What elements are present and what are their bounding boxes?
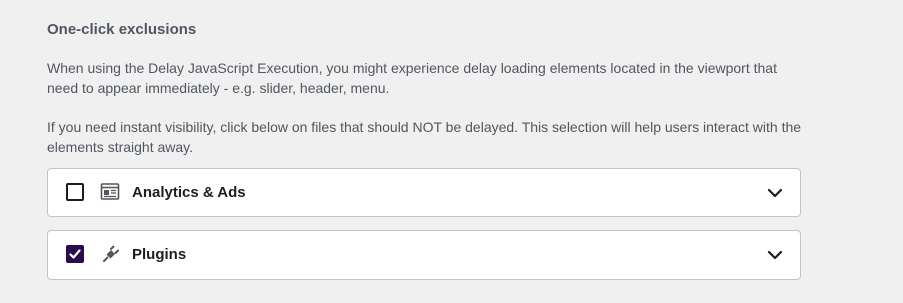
plugins-checkbox[interactable] bbox=[66, 245, 84, 263]
analytics-ads-label: Analytics & Ads bbox=[132, 183, 246, 201]
section-title: One-click exclusions bbox=[47, 21, 197, 38]
plugin-icon bbox=[100, 244, 120, 264]
chevron-down-icon[interactable] bbox=[766, 246, 784, 264]
analytics-ads-accordion[interactable]: Analytics & Ads bbox=[47, 168, 801, 217]
checkmark-icon bbox=[69, 249, 81, 259]
plugins-accordion[interactable]: Plugins bbox=[47, 230, 801, 280]
section-description-2: If you need instant visibility, click be… bbox=[47, 119, 802, 155]
analytics-ads-icon bbox=[100, 182, 120, 202]
section-description-1: When using the Delay JavaScript Executio… bbox=[47, 60, 777, 96]
chevron-down-icon[interactable] bbox=[766, 184, 784, 202]
plugins-label: Plugins bbox=[132, 246, 187, 263]
analytics-ads-checkbox[interactable] bbox=[66, 182, 84, 201]
